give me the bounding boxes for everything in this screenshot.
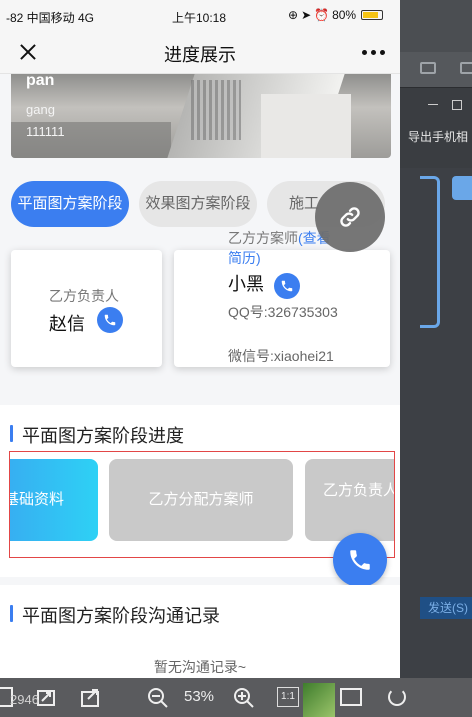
alarm-icon: ⏰: [314, 8, 330, 22]
phone-icon: [281, 280, 293, 292]
carrier-text: -82 中国移动 4G: [6, 11, 95, 25]
status-right: ⊕ ➤ ⏰ 80%: [288, 8, 384, 22]
lead-contact-card: 乙方负责人 赵信: [11, 250, 162, 367]
lead-name: 赵信: [49, 314, 85, 334]
more-icon[interactable]: [362, 50, 385, 55]
lead-role: 乙方负责人: [49, 288, 119, 304]
owner-sub: gang: [26, 102, 55, 117]
step-lead-assign[interactable]: 乙方负责人分: [305, 459, 394, 541]
link-icon: [340, 207, 360, 227]
phone-icon: [350, 550, 370, 570]
maximize-icon[interactable]: [452, 100, 462, 110]
thumbnail-icon[interactable]: [303, 683, 335, 717]
communication-section-title: 平面图方案阶段沟通记录: [10, 602, 220, 628]
desktop-number: 2946: [10, 692, 39, 707]
actual-size-button[interactable]: 1:1: [277, 687, 299, 707]
monitor-icon[interactable]: [420, 62, 436, 74]
progress-section-title: 平面图方案阶段进度: [10, 422, 184, 448]
phone-screen: -82 中国移动 4G 上午10:18 ⊕ ➤ ⏰ 80% 进度展示 pan g…: [0, 0, 400, 678]
tab-floor-plan[interactable]: 平面图方案阶段: [11, 181, 129, 227]
owner-name: pan: [26, 74, 55, 89]
selection-frame: [420, 176, 440, 328]
share-link-button[interactable]: [315, 182, 385, 252]
location-icon: ➤: [301, 8, 312, 22]
floating-call-button[interactable]: [333, 533, 387, 587]
rotate-icon[interactable]: [388, 688, 406, 706]
status-bar: -82 中国移动 4G 上午10:18 ⊕ ➤ ⏰ 80%: [0, 0, 400, 30]
page-title: 进度展示: [164, 45, 236, 65]
export-label[interactable]: 导出手机相: [408, 128, 468, 145]
designer-wechat: 微信号:xiaohei21: [228, 348, 334, 364]
send-button[interactable]: 发送(S): [420, 597, 472, 619]
tool-icon[interactable]: [460, 62, 472, 74]
battery-icon: [361, 10, 384, 20]
desktop-top-area: [400, 0, 472, 52]
step-basic-info[interactable]: 基础资料: [10, 459, 98, 541]
clock-text: 上午10:18: [172, 11, 227, 25]
fit-screen-icon[interactable]: [340, 688, 362, 706]
designer-name: 小黑: [228, 274, 264, 294]
project-banner: pan gang 111111: [11, 74, 391, 158]
phone-icon: [104, 314, 116, 326]
owner-phone: 111111: [26, 124, 65, 139]
share-icon[interactable]: [80, 686, 102, 708]
desktop-background: 导出手机相 发送(S): [400, 0, 472, 717]
desktop-chip: [452, 176, 472, 200]
tab-rendering[interactable]: 效果图方案阶段: [139, 181, 257, 227]
designer-call-button[interactable]: [274, 273, 300, 299]
designer-qq: QQ号:326735303: [228, 304, 338, 320]
zoom-in-icon[interactable]: [232, 686, 256, 710]
minimize-icon[interactable]: [428, 104, 438, 105]
open-image-icon[interactable]: [36, 686, 58, 708]
zoom-out-icon[interactable]: [146, 686, 170, 710]
lead-call-button[interactable]: [97, 307, 123, 333]
progress-steps: 基础资料 乙方分配方案师 乙方负责人分: [9, 451, 395, 558]
desktop-toolbar: [400, 52, 472, 88]
nav-bar: 进度展示: [0, 30, 400, 74]
designer-role: 乙方方案师: [228, 230, 298, 246]
empty-records-text: 暂无沟通记录~: [153, 659, 247, 675]
lock-icon: ⊕: [288, 8, 299, 22]
battery-percent: 80%: [332, 8, 357, 22]
zoom-level: 53%: [184, 688, 215, 705]
step-assign-designer[interactable]: 乙方分配方案师: [109, 459, 293, 541]
